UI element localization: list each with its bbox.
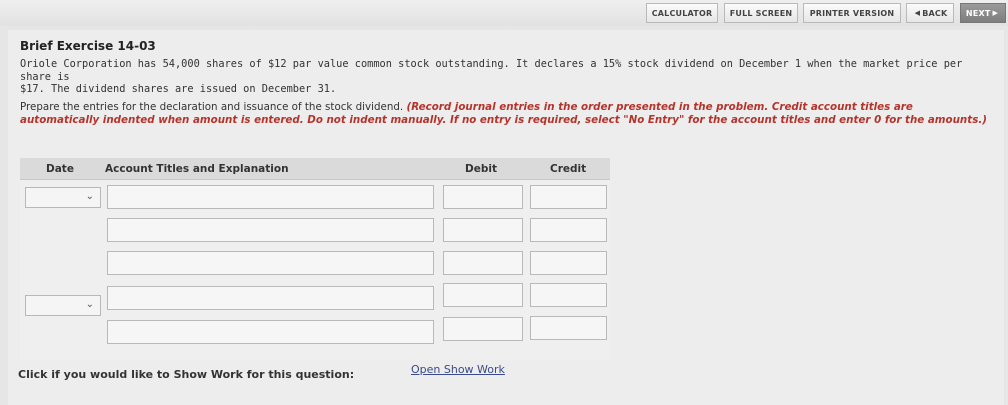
calculator-label: CALCULATOR [651, 8, 713, 18]
journal-table: ⌄ ⌄ [20, 180, 610, 360]
toolbar: CALCULATOR FULL SCREEN PRINTER VERSION ◀… [0, 0, 1008, 26]
debit-input-3[interactable] [443, 251, 523, 275]
instruction-text: Prepare the entries for the declaration … [20, 101, 407, 113]
open-show-work-link[interactable]: Open Show Work [411, 363, 505, 376]
header-debit: Debit [465, 163, 497, 175]
account-input-1[interactable] [107, 185, 434, 209]
credit-input-4[interactable] [530, 283, 607, 307]
printer-version-label: PRINTER VERSION [809, 8, 895, 18]
exercise-panel: Brief Exercise 14-03 Oriole Corporation … [8, 30, 1004, 405]
debit-input-2[interactable] [443, 218, 523, 242]
problem-line-1: Oriole Corporation has 54,000 shares of … [20, 58, 963, 83]
full-screen-label: FULL SCREEN [729, 8, 793, 18]
show-work-label: Click if you would like to Show Work for… [18, 368, 355, 381]
journal-table-header: Date Account Titles and Explanation Debi… [20, 158, 610, 180]
next-button[interactable]: NEXT ▶ [960, 3, 1006, 23]
instructions: Prepare the entries for the declaration … [20, 101, 995, 127]
credit-input-1[interactable] [530, 185, 607, 209]
date-select-2[interactable]: ⌄ [25, 295, 101, 316]
exercise-title: Brief Exercise 14-03 [20, 39, 156, 53]
problem-text: Oriole Corporation has 54,000 shares of … [20, 58, 990, 96]
back-label: BACK [922, 8, 948, 18]
caret-right-icon: ▶ [992, 9, 999, 17]
next-label: NEXT [965, 8, 991, 18]
caret-left-icon: ◀ [914, 9, 921, 17]
account-input-2[interactable] [107, 218, 434, 242]
header-credit: Credit [550, 163, 587, 175]
calculator-button[interactable]: CALCULATOR [646, 3, 718, 23]
date-select-1[interactable]: ⌄ [25, 187, 101, 208]
debit-input-5[interactable] [443, 317, 523, 341]
full-screen-button[interactable]: FULL SCREEN [724, 3, 798, 23]
problem-line-2: $17. The dividend shares are issued on D… [20, 83, 337, 95]
account-input-5[interactable] [107, 320, 434, 344]
chevron-down-icon: ⌄ [85, 191, 94, 202]
credit-input-2[interactable] [530, 218, 607, 242]
debit-input-1[interactable] [443, 185, 523, 209]
account-input-4[interactable] [107, 286, 434, 310]
credit-input-3[interactable] [530, 251, 607, 275]
header-account: Account Titles and Explanation [105, 163, 289, 175]
debit-input-4[interactable] [443, 283, 523, 307]
account-input-3[interactable] [107, 251, 434, 275]
back-button[interactable]: ◀ BACK [906, 3, 954, 23]
chevron-down-icon: ⌄ [85, 299, 94, 310]
header-date: Date [46, 163, 74, 175]
credit-input-5[interactable] [530, 316, 607, 340]
printer-version-button[interactable]: PRINTER VERSION [803, 3, 901, 23]
